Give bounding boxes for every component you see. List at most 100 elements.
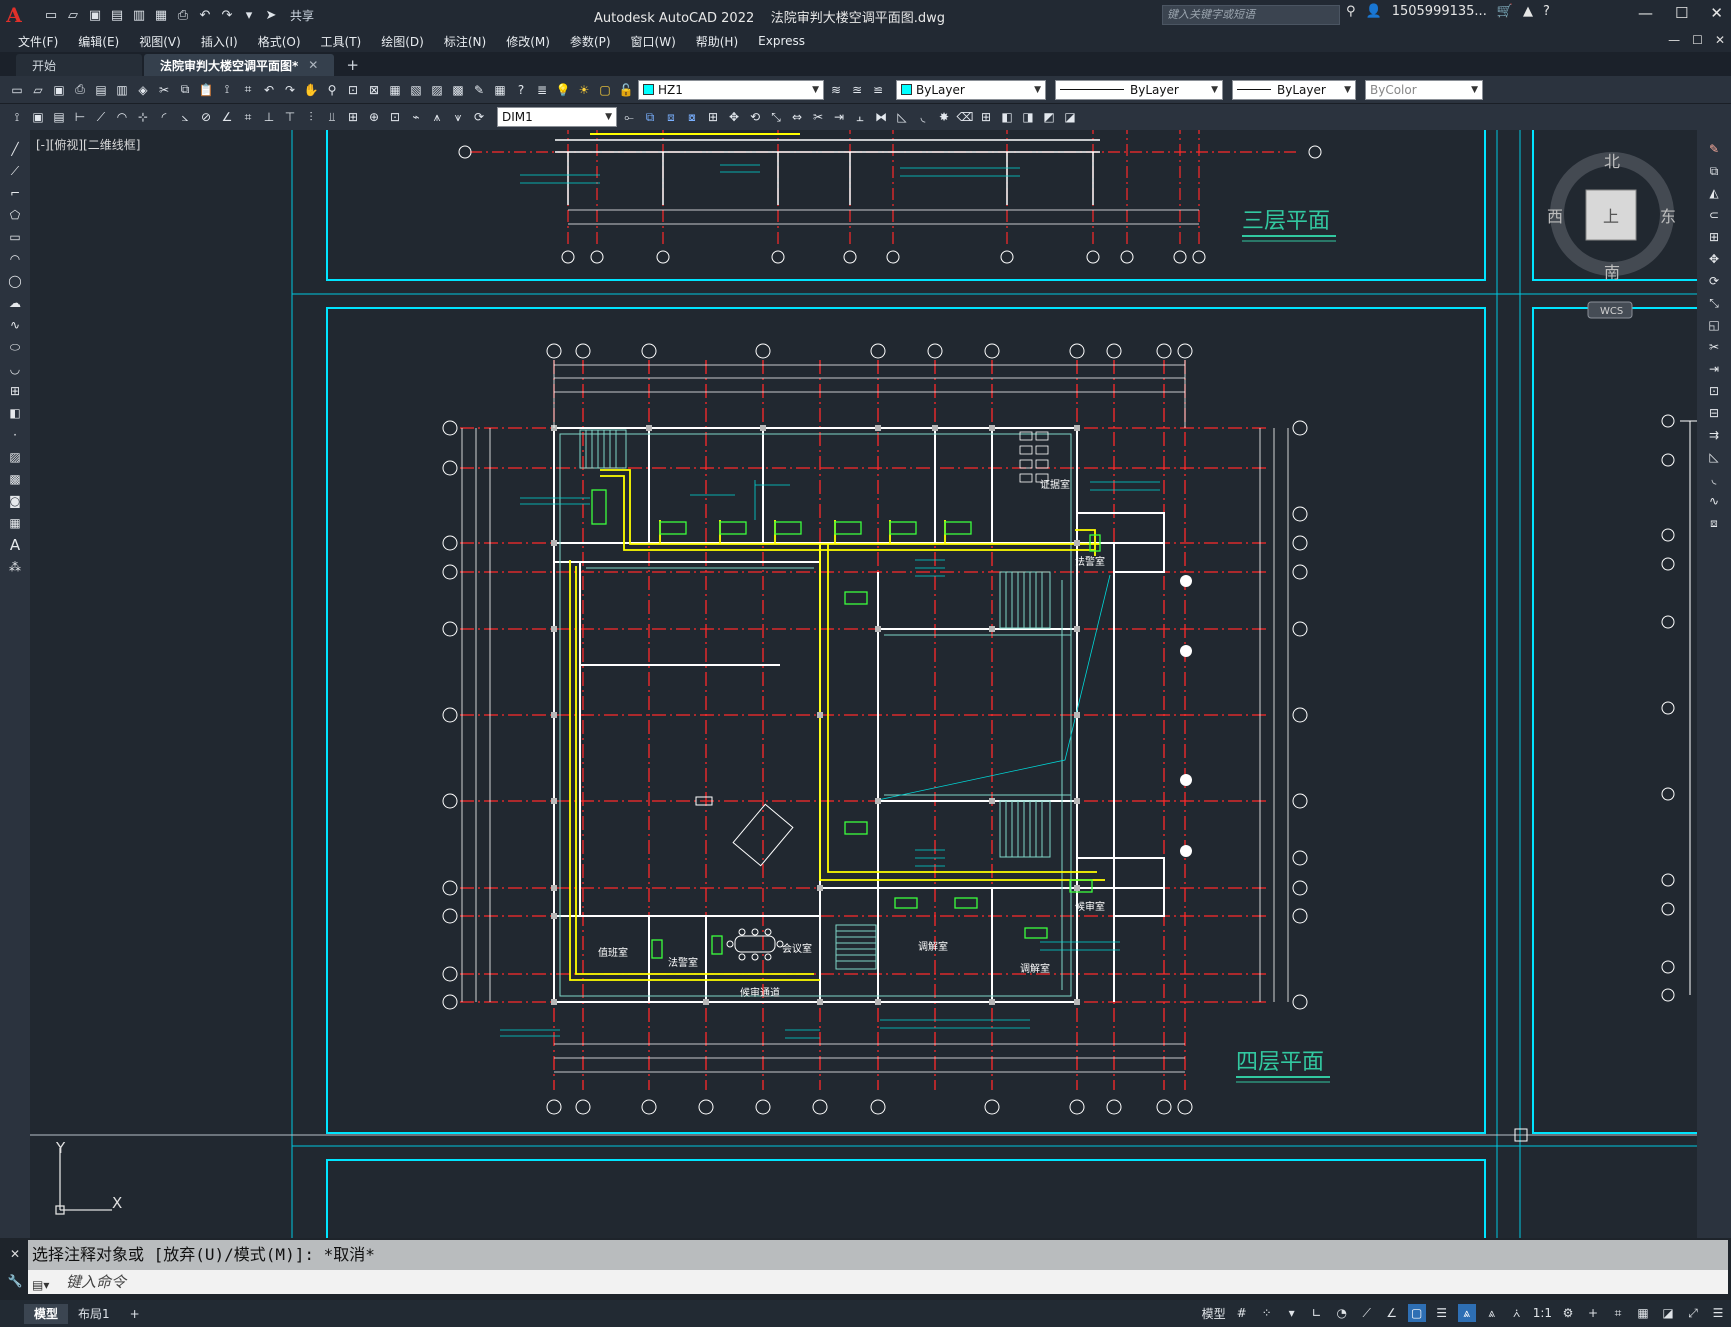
layer-lock-icon[interactable]: 🔓 xyxy=(617,81,635,99)
menu-tools[interactable]: 工具(T) xyxy=(311,33,372,50)
radius-icon[interactable]: ◜ xyxy=(155,108,173,126)
autocad-logo-icon[interactable]: A xyxy=(0,0,28,30)
table-icon[interactable]: ▦ xyxy=(5,514,25,532)
plot-icon[interactable]: ⎙ xyxy=(174,6,192,24)
erase-icon[interactable]: ⌫ xyxy=(956,108,974,126)
move-icon[interactable]: ✥ xyxy=(1704,250,1724,268)
cut-icon[interactable]: ✂ xyxy=(155,81,173,99)
circle-icon[interactable]: ◯ xyxy=(5,272,25,290)
linetype-dropdown[interactable]: ByLayer ▼ xyxy=(1055,79,1223,100)
workspace-gear-icon[interactable]: ⚙ xyxy=(1559,1304,1577,1322)
extend-icon[interactable]: ⇥ xyxy=(830,108,848,126)
arc-length-icon[interactable]: ◠ xyxy=(113,108,131,126)
open-icon[interactable]: ▱ xyxy=(64,6,82,24)
command-prompt-icon[interactable]: ▤▾ xyxy=(32,1273,49,1297)
join-icon[interactable]: ⧓ xyxy=(872,108,890,126)
ungroup-icon[interactable]: ▤ xyxy=(50,108,68,126)
new-tab-icon[interactable]: + xyxy=(336,54,369,76)
line-icon[interactable]: ╱ xyxy=(5,140,25,158)
diameter-icon[interactable]: ⊘ xyxy=(197,108,215,126)
offset-icon[interactable]: ⧇ xyxy=(683,108,701,126)
linear-dim-icon[interactable]: ⊢ xyxy=(71,108,89,126)
grid-icon[interactable]: # xyxy=(1233,1304,1251,1322)
mirror-icon[interactable]: ◭ xyxy=(1704,184,1724,202)
design-center-icon[interactable]: ▧ xyxy=(407,81,425,99)
erase-icon[interactable]: ✎ xyxy=(1704,140,1724,158)
tab-drawing[interactable]: 法院审判大楼空调平面图* ✕ xyxy=(144,54,335,76)
menu-edit[interactable]: 编辑(E) xyxy=(68,33,129,50)
doc-close-icon[interactable]: ✕ xyxy=(1715,33,1725,47)
viewcube-west[interactable]: 西 xyxy=(1547,207,1563,226)
save-as-icon[interactable]: ▤ xyxy=(108,6,126,24)
pan-icon[interactable]: ✋ xyxy=(302,81,320,99)
lineweight-dropdown[interactable]: ByLayer ▼ xyxy=(1232,79,1356,100)
search-icon[interactable]: ⚲ xyxy=(1346,4,1356,19)
plot-icon[interactable]: ⎙ xyxy=(71,81,89,99)
gradient-icon[interactable]: ▩ xyxy=(5,470,25,488)
polygon-icon[interactable]: ⬠ xyxy=(5,206,25,224)
qat-menu-icon[interactable]: ▾ xyxy=(240,6,258,24)
drawing-canvas[interactable]: 三层平面 调解室 调解室 值班室 法警室 候审室 会议室 证据室 法警室 候审通… xyxy=(30,130,1697,1238)
chamfer-icon[interactable]: ◺ xyxy=(893,108,911,126)
viewcube-north[interactable]: 北 xyxy=(1604,152,1620,171)
viewcube-top[interactable]: 上 xyxy=(1603,207,1619,226)
close-icon[interactable]: ✕ xyxy=(1710,4,1723,22)
undo-icon[interactable]: ↶ xyxy=(260,81,278,99)
cart-icon[interactable]: 🛒 xyxy=(1497,4,1513,19)
arc-icon[interactable]: ◠ xyxy=(5,250,25,268)
scale-icon[interactable]: ⤡ xyxy=(767,108,785,126)
share-icon[interactable]: ➤ xyxy=(262,6,280,24)
make-block-icon[interactable]: ◧ xyxy=(5,404,25,422)
color-dropdown[interactable]: ByLayer ▼ xyxy=(896,79,1046,100)
preview-icon[interactable]: ▤ xyxy=(92,81,110,99)
paste-icon[interactable]: 📋 xyxy=(197,81,215,99)
image-icon[interactable]: ◪ xyxy=(1061,108,1079,126)
auto-scale-icon[interactable]: ⩓ xyxy=(1483,1304,1501,1322)
point-icon[interactable]: · xyxy=(5,426,25,444)
trim-icon[interactable]: ✂ xyxy=(809,108,827,126)
continue-icon[interactable]: ⊤ xyxy=(281,108,299,126)
menu-parametric[interactable]: 参数(P) xyxy=(560,33,621,50)
fillet-icon[interactable]: ◟ xyxy=(1704,470,1724,488)
center-mark-icon[interactable]: ⊕ xyxy=(365,108,383,126)
menu-window[interactable]: 窗口(W) xyxy=(621,33,686,50)
rotate-icon[interactable]: ⟳ xyxy=(1704,272,1724,290)
zoom-realtime-icon[interactable]: ⚲ xyxy=(323,81,341,99)
mirror-icon[interactable]: ⧈ xyxy=(662,108,680,126)
baseline-icon[interactable]: ⊥ xyxy=(260,108,278,126)
viewcube-south[interactable]: 南 xyxy=(1604,263,1620,282)
menu-format[interactable]: 格式(O) xyxy=(248,33,311,50)
match-icon[interactable]: ⟟ xyxy=(8,108,26,126)
menu-draw[interactable]: 绘图(D) xyxy=(371,33,434,50)
chamfer-icon[interactable]: ◺ xyxy=(1704,448,1724,466)
dim-space-icon[interactable]: ⫶ xyxy=(302,108,320,126)
menu-help[interactable]: 帮助(H) xyxy=(686,33,748,50)
publish-icon[interactable]: ▦ xyxy=(152,6,170,24)
redo-icon[interactable]: ↷ xyxy=(218,6,236,24)
zoom-window-icon[interactable]: ⊡ xyxy=(344,81,362,99)
annotation-scale-icon[interactable]: ⩑ xyxy=(1508,1304,1526,1322)
lineweight-icon[interactable]: ☰ xyxy=(1433,1304,1451,1322)
search-input[interactable]: 键入关键字或短语 xyxy=(1162,5,1340,25)
fillet-icon[interactable]: ◟ xyxy=(914,108,932,126)
minimize-icon[interactable]: — xyxy=(1638,4,1653,22)
region-icon[interactable]: ◙ xyxy=(5,492,25,510)
new-icon[interactable]: ▭ xyxy=(42,6,60,24)
jogged-linear-icon[interactable]: ⌁ xyxy=(407,108,425,126)
isodraft-icon[interactable]: ⟋ xyxy=(1358,1304,1376,1322)
share-button[interactable]: 共享 xyxy=(290,7,314,24)
menu-view[interactable]: 视图(V) xyxy=(129,33,191,50)
publish-icon[interactable]: ▥ xyxy=(113,81,131,99)
menu-express[interactable]: Express xyxy=(748,34,815,48)
tolerance-icon[interactable]: ⊞ xyxy=(344,108,362,126)
polar-icon[interactable]: ◔ xyxy=(1333,1304,1351,1322)
rotate-icon[interactable]: ⟲ xyxy=(746,108,764,126)
ordinate-icon[interactable]: ⊹ xyxy=(134,108,152,126)
construction-line-icon[interactable]: ⟋ xyxy=(5,162,25,180)
add-selected-icon[interactable]: ⁂ xyxy=(5,558,25,576)
copy-obj-icon[interactable]: ⧉ xyxy=(641,108,659,126)
dimstyle-dropdown[interactable]: DIM1 ▼ xyxy=(497,107,617,127)
isolate-icon[interactable]: ◪ xyxy=(1659,1304,1677,1322)
layer-previous-icon[interactable]: ≊ xyxy=(848,81,866,99)
menu-dimension[interactable]: 标注(N) xyxy=(434,33,496,50)
